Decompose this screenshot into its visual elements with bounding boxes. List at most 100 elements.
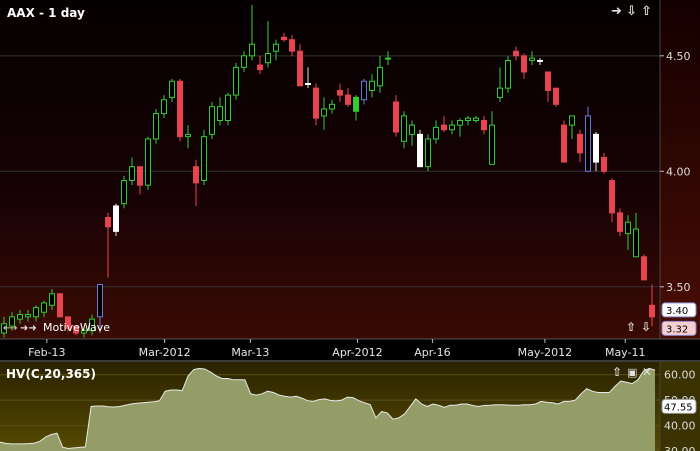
chart-title: AAX - 1 day	[7, 6, 85, 20]
candle	[617, 208, 623, 236]
candle-body	[105, 217, 111, 228]
candle-body	[465, 117, 471, 121]
candle-body	[161, 99, 167, 115]
candle-body	[49, 293, 55, 306]
candle-body	[153, 113, 159, 140]
x-tick-label: Mar-13	[231, 346, 269, 359]
candle-body	[457, 119, 463, 126]
candle-body	[425, 138, 431, 168]
candle	[425, 134, 431, 172]
x-tick-label: Mar-2012	[139, 346, 191, 359]
candle-body	[25, 314, 31, 318]
price-label: 3.40	[661, 302, 697, 318]
candle-body	[217, 106, 223, 121]
candle-body	[201, 136, 207, 182]
candle-body	[273, 43, 279, 52]
candle-body	[17, 314, 23, 320]
candle	[201, 129, 207, 186]
candle-body	[145, 138, 151, 186]
candle-body	[113, 205, 119, 232]
candle-body	[641, 256, 647, 281]
candle-body	[329, 103, 335, 110]
arrow-down-icon[interactable]: ⇩	[641, 320, 651, 334]
close-icon[interactable]: ✕	[642, 365, 652, 379]
candle	[177, 78, 183, 142]
double-arrow-icon[interactable]: ⟷	[3, 323, 17, 334]
candle-body	[369, 80, 375, 91]
candle-body	[593, 133, 599, 163]
motivewave-label: MotiveWave	[43, 321, 110, 334]
arrow-up-icon[interactable]: ⇧	[626, 320, 636, 334]
candle-body	[353, 96, 359, 112]
hv-tick-label: 40.00	[664, 420, 696, 433]
x-tick-label: May-2012	[518, 346, 573, 359]
candle-body	[297, 50, 303, 87]
candle-body	[417, 133, 423, 168]
candle-body	[129, 166, 135, 182]
candle	[585, 106, 591, 172]
candle-body	[505, 59, 511, 89]
candle	[145, 136, 151, 190]
nav-icons[interactable]: ➜ ⇩ ⇧	[611, 4, 652, 19]
candle-body	[561, 124, 567, 163]
price-tick-label: 4.00	[666, 165, 691, 178]
candle	[225, 92, 231, 126]
candle	[209, 102, 215, 139]
candle-body	[233, 66, 239, 96]
watermark: ⟷ ➜➜ MotiveWave	[3, 321, 110, 334]
candle-body	[321, 108, 327, 117]
candle-body	[513, 50, 519, 57]
candle	[553, 87, 559, 107]
candle-body	[497, 87, 503, 98]
price-label-text: 3.40	[666, 306, 688, 317]
x-tick-label: Feb-13	[28, 346, 65, 359]
candle-body	[225, 94, 231, 121]
candle-body	[121, 180, 127, 205]
candle-body	[169, 80, 175, 98]
candle-body	[601, 156, 607, 172]
x-tick-label: Apr-2012	[332, 346, 382, 359]
candle-body	[137, 166, 143, 186]
candle-body	[409, 124, 415, 135]
candle-body	[337, 89, 343, 96]
candle	[505, 55, 511, 93]
candle-body	[385, 57, 391, 60]
candle-body	[185, 133, 191, 138]
hv-value-text: 47.55	[664, 402, 693, 413]
arrow-up-icon[interactable]: ⇧	[641, 4, 652, 19]
candle-body	[57, 293, 63, 318]
hv-panel-icons[interactable]: ⇧ ▣ ✕	[612, 365, 652, 379]
price-label-text: 3.32	[666, 324, 688, 335]
price-label: 3.32	[661, 320, 697, 336]
candle-body	[377, 66, 383, 87]
candle-body	[537, 59, 543, 62]
candle-body	[361, 80, 367, 101]
candle-body	[241, 55, 247, 68]
candle	[121, 175, 127, 209]
candle-body	[401, 115, 407, 142]
x-tick-label: Apr-16	[414, 346, 450, 359]
arrow-right-icon[interactable]: ➜➜	[20, 323, 37, 334]
arrow-up-icon[interactable]: ⇧	[612, 365, 622, 379]
candle-body	[577, 133, 583, 154]
candle-body	[305, 83, 311, 86]
hv-title: HV(C,20,365)	[6, 367, 96, 381]
candle-body	[289, 39, 295, 52]
candle-body	[521, 55, 527, 73]
candle-body	[617, 212, 623, 232]
arrow-right-icon[interactable]: ➜	[611, 4, 622, 19]
candle-body	[281, 36, 287, 41]
candle	[57, 293, 63, 318]
hv-value-label: 47.55	[661, 398, 697, 414]
candle-body	[433, 126, 439, 140]
candle	[153, 108, 159, 144]
chart-window: 3.50 4.00 4.50 3.40 3.32 AAX - 1 day ➜ ⇩ ⇧ ⟷…	[0, 0, 700, 451]
hv-tick-label: 60.00	[664, 369, 696, 382]
maximize-icon[interactable]: ▣	[627, 366, 637, 379]
hv-tick-label: 30.00	[664, 445, 696, 451]
candle-body	[193, 166, 199, 184]
candle-body	[609, 180, 615, 214]
candle-body	[345, 94, 351, 105]
arrow-down-icon[interactable]: ⇩	[626, 4, 637, 19]
candle	[113, 203, 119, 236]
